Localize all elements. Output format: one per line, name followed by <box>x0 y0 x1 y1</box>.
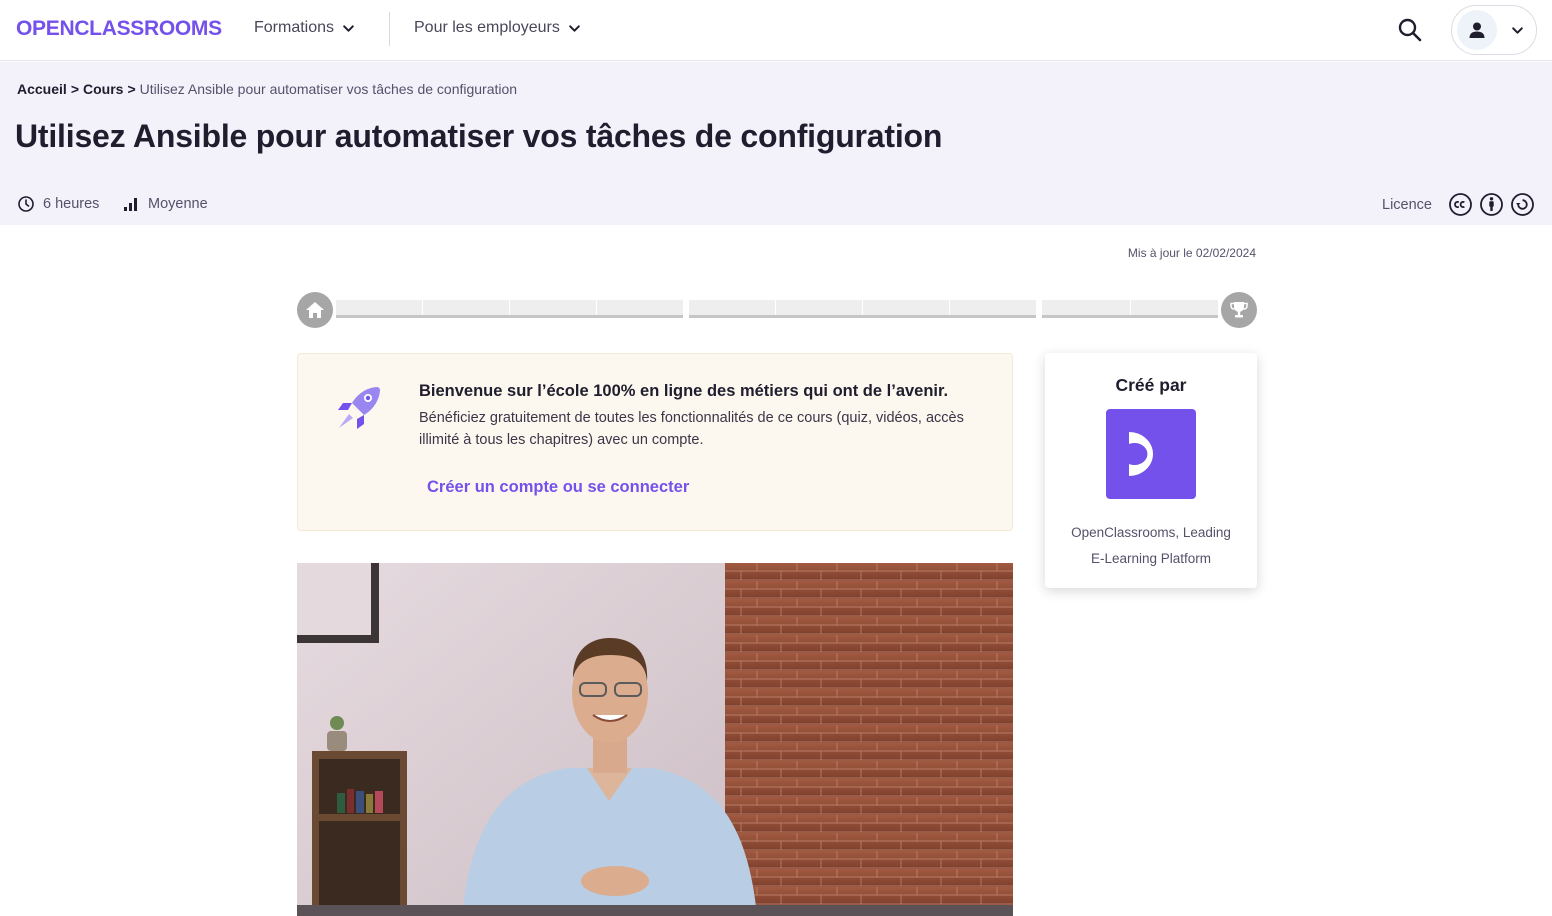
top-navigation: OPENCLASSROOMS Formations Pour les emplo… <box>0 0 1552 61</box>
welcome-title: Bienvenue sur l’école 100% en ligne des … <box>419 382 949 400</box>
licence-label: Licence <box>1382 196 1432 213</box>
progress-trophy-button[interactable] <box>1221 292 1257 328</box>
course-intro-video[interactable] <box>297 563 1013 916</box>
account-menu-button[interactable] <box>1451 5 1537 55</box>
clock-icon <box>18 196 34 212</box>
openclassrooms-logo[interactable] <box>1106 409 1196 499</box>
rocket-icon <box>338 387 380 429</box>
course-progress <box>297 292 1257 328</box>
breadcrumb-home-link[interactable]: Accueil <box>17 81 67 97</box>
nav-formations-menu[interactable]: Formations <box>254 19 355 37</box>
trophy-icon <box>1230 302 1248 318</box>
course-header: Accueil > Cours > Utilisez Ansible pour … <box>0 62 1552 225</box>
page-title: Utilisez Ansible pour automatiser vos tâ… <box>15 118 943 154</box>
openclassrooms-logo[interactable]: OPENCLASSROOMS <box>16 17 222 41</box>
course-duration: 6 heures <box>17 195 99 213</box>
updated-date: Mis à jour le 02/02/2024 <box>1127 246 1256 260</box>
welcome-card: Bienvenue sur l’école 100% en ligne des … <box>297 353 1013 531</box>
breadcrumb-courses-link[interactable]: Cours <box>83 81 123 97</box>
bar-chart-icon <box>124 198 137 211</box>
welcome-text: Bénéficiez gratuitement de toutes les fo… <box>419 410 964 448</box>
search-icon[interactable] <box>1396 16 1424 44</box>
cc-icon[interactable] <box>1448 192 1473 217</box>
creator-name-link[interactable]: OpenClassrooms, Leading E-Learning Platf… <box>1045 520 1257 572</box>
course-level: Moyenne <box>122 195 208 213</box>
openclassrooms-logo-icon <box>1129 432 1153 476</box>
progress-home-button[interactable] <box>297 292 333 328</box>
breadcrumb-separator: > <box>127 81 136 97</box>
progress-part-2[interactable] <box>689 300 1036 318</box>
create-account-link[interactable]: Créer un compte ou se connecter <box>427 478 689 497</box>
nav-employeurs-menu[interactable]: Pour les employeurs <box>414 19 581 37</box>
nav-formations-label: Formations <box>254 19 335 36</box>
user-icon <box>1469 22 1485 38</box>
creator-card: Créé par OpenClassrooms, Leading E-Learn… <box>1045 353 1257 588</box>
breadcrumb-separator: > <box>70 81 79 97</box>
level-text: Moyenne <box>148 196 208 212</box>
breadcrumb: Accueil > Cours > Utilisez Ansible pour … <box>17 81 517 97</box>
creator-title: Créé par <box>1115 375 1187 395</box>
home-icon <box>306 302 324 318</box>
progress-part-3[interactable] <box>1042 300 1218 318</box>
avatar <box>1457 10 1497 50</box>
duration-text: 6 heures <box>43 196 100 212</box>
video-thumbnail <box>297 563 1013 916</box>
by-icon[interactable] <box>1479 192 1504 217</box>
breadcrumb-current: Utilisez Ansible pour automatiser vos tâ… <box>139 81 518 97</box>
licence: Licence <box>1382 192 1535 217</box>
sa-icon[interactable] <box>1510 192 1535 217</box>
chevron-down-icon <box>569 24 580 32</box>
chevron-down-icon <box>343 24 354 32</box>
nav-divider <box>389 12 390 46</box>
progress-part-1[interactable] <box>336 300 683 318</box>
chevron-down-icon <box>1512 27 1523 34</box>
nav-employeurs-label: Pour les employeurs <box>414 19 560 36</box>
